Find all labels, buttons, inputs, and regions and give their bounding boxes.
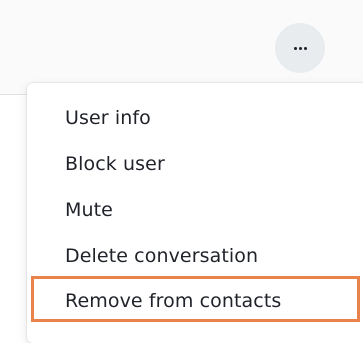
menu-item-mute[interactable]: Mute	[27, 190, 363, 230]
menu-item-remove-from-contacts[interactable]: Remove from contacts	[27, 281, 363, 321]
conversation-options-menu: User info Block user Mute Delete convers…	[27, 83, 363, 343]
menu-item-block-user[interactable]: Block user	[27, 144, 363, 184]
ellipsis-horizontal-icon	[293, 46, 307, 50]
menu-item-user-info[interactable]: User info	[27, 98, 363, 138]
more-options-button[interactable]	[275, 23, 325, 73]
menu-item-delete-conversation[interactable]: Delete conversation	[27, 236, 363, 276]
